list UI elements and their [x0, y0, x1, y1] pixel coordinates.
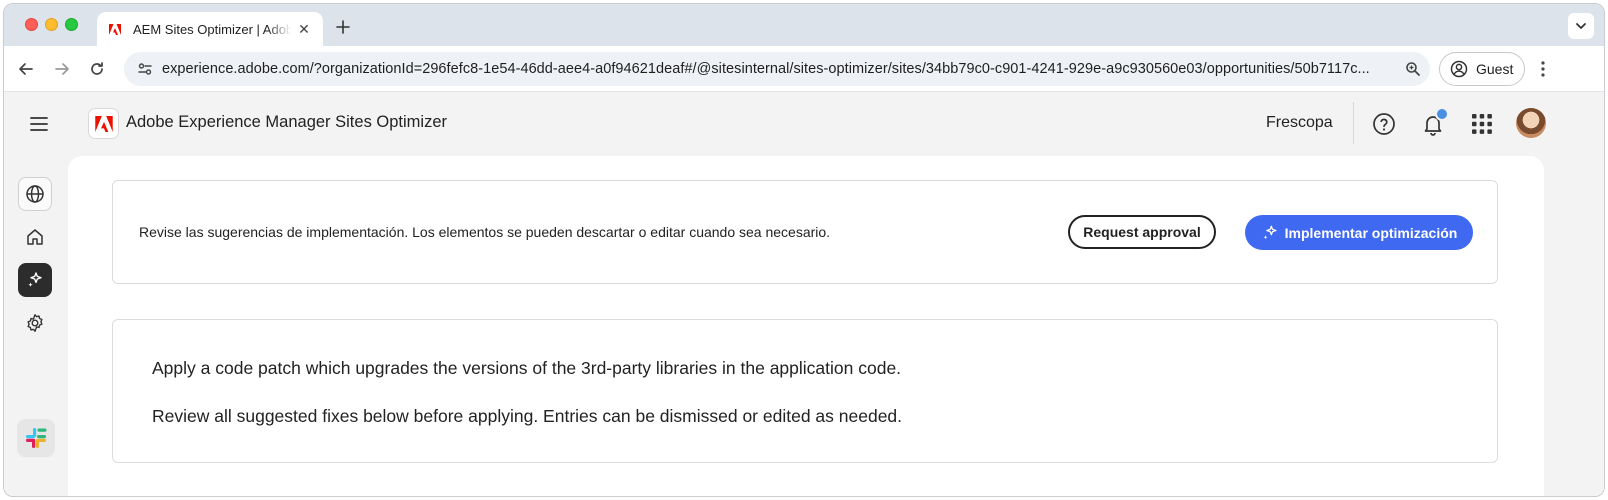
address-bar[interactable]: experience.adobe.com/?organizationId=296… — [124, 52, 1430, 86]
tab-title: AEM Sites Optimizer | Adobe Experience M… — [133, 21, 291, 37]
gear-icon — [27, 314, 43, 332]
arrow-left-icon — [19, 63, 33, 75]
sidebar-item-slack[interactable] — [17, 419, 55, 457]
apps-button[interactable] — [1468, 110, 1496, 138]
sparkle-icon — [28, 272, 42, 287]
hamburger-icon — [30, 117, 48, 131]
url-text[interactable]: experience.adobe.com/?organizationId=296… — [162, 61, 1396, 77]
sidebar-item-opportunities[interactable] — [18, 263, 52, 297]
slack-icon — [26, 428, 47, 448]
implement-optimization-label: Implementar optimización — [1284, 224, 1458, 241]
left-rail — [4, 156, 70, 496]
adobe-logo[interactable] — [88, 108, 119, 139]
globe-icon — [26, 185, 44, 203]
browser-menu-button[interactable] — [1530, 56, 1556, 82]
forward-button[interactable] — [49, 56, 75, 82]
request-approval-button[interactable]: Request approval — [1068, 215, 1216, 249]
minimize-window-button[interactable] — [45, 18, 58, 31]
site-settings-icon[interactable] — [128, 61, 162, 77]
notifications-button[interactable] — [1419, 107, 1449, 138]
suggestions-card: Revise las sugerencias de implementación… — [112, 180, 1498, 284]
adobe-logo-icon — [94, 115, 113, 132]
reload-button[interactable] — [84, 56, 110, 82]
close-window-button[interactable] — [25, 18, 38, 31]
sidebar-item-sites[interactable] — [18, 177, 52, 211]
sidebar-item-home[interactable] — [18, 220, 52, 254]
new-tab-button[interactable] — [332, 16, 354, 38]
menu-button[interactable] — [28, 113, 50, 135]
header-divider — [1353, 102, 1354, 144]
user-avatar[interactable] — [1516, 108, 1546, 138]
reload-icon — [91, 62, 103, 75]
app-header: Adobe Experience Manager Sites Optimizer… — [4, 92, 1604, 156]
tab-strip: AEM Sites Optimizer | Adobe Experience M… — [4, 4, 1604, 46]
profile-button[interactable]: Guest — [1439, 52, 1525, 86]
sidebar-item-settings[interactable] — [18, 306, 52, 340]
zoom-icon[interactable] — [1396, 61, 1430, 77]
app-grid-icon — [1472, 114, 1492, 134]
notification-badge — [1435, 107, 1449, 121]
browser-window: AEM Sites Optimizer | Adobe Experience M… — [3, 3, 1605, 497]
browser-toolbar: experience.adobe.com/?organizationId=296… — [4, 46, 1604, 92]
browser-tab-active[interactable]: AEM Sites Optimizer | Adobe Experience M… — [97, 12, 323, 46]
back-button[interactable] — [13, 56, 39, 82]
help-icon — [1373, 113, 1395, 135]
adobe-favicon-icon — [107, 21, 123, 37]
description-card: Apply a code patch which upgrades the ve… — [112, 319, 1498, 463]
more-vertical-icon — [1541, 61, 1545, 77]
app-shell: Adobe Experience Manager Sites Optimizer… — [4, 92, 1604, 496]
chevron-down-icon — [1576, 23, 1586, 29]
app-title: Adobe Experience Manager Sites Optimizer — [126, 113, 447, 131]
profile-label: Guest — [1476, 61, 1514, 77]
help-button[interactable] — [1370, 110, 1398, 138]
suggestions-info-text: Revise las sugerencias de implementación… — [139, 224, 831, 240]
implement-optimization-button[interactable]: Implementar optimización — [1245, 215, 1473, 250]
sparkle-icon — [1261, 224, 1279, 242]
tab-close-icon[interactable]: ✕ — [295, 20, 313, 38]
arrow-right-icon — [55, 63, 69, 75]
description-line-1: Apply a code patch which upgrades the ve… — [152, 358, 902, 378]
main-content: Revise las sugerencias de implementación… — [68, 156, 1544, 496]
maximize-window-button[interactable] — [65, 18, 78, 31]
person-icon — [1450, 60, 1468, 78]
tab-search-button[interactable] — [1568, 13, 1594, 39]
description-line-2: Review all suggested fixes below before … — [152, 406, 903, 426]
home-icon — [27, 229, 43, 245]
org-switcher[interactable]: Frescopa — [1266, 114, 1333, 132]
